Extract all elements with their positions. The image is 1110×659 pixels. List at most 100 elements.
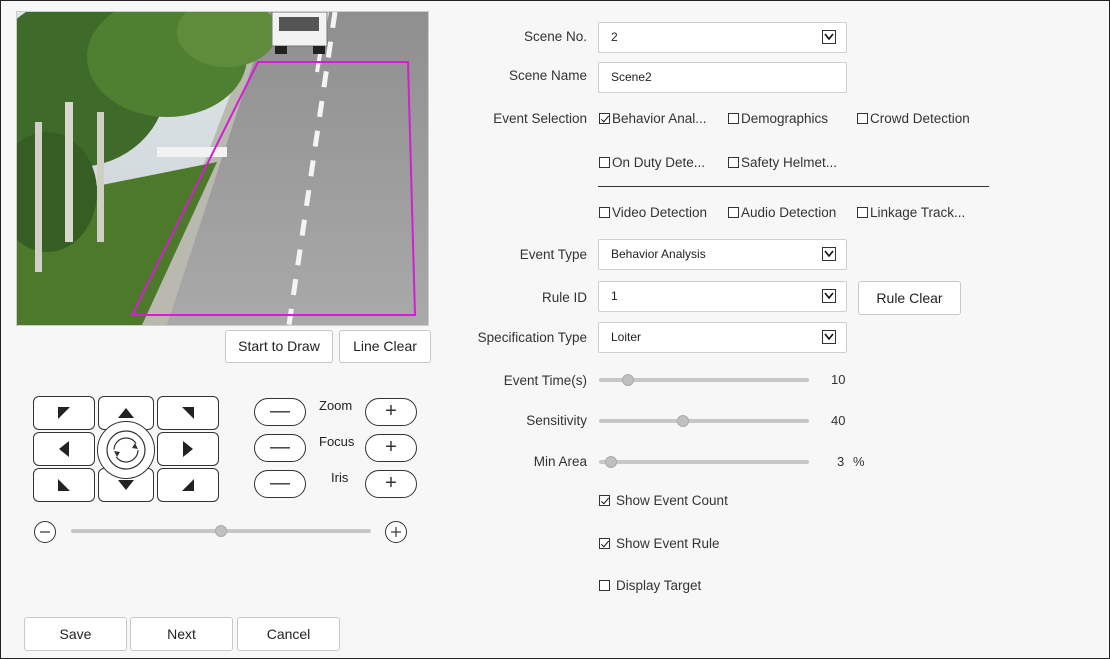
slider-thumb[interactable]: [605, 456, 618, 468]
event-time-label: Event Time(s): [503, 373, 587, 388]
iris-close-button[interactable]: —: [254, 470, 306, 498]
plus-icon: +: [385, 400, 397, 422]
sensitivity-label: Sensitivity: [526, 413, 587, 428]
checkbox-label: Linkage Track...: [870, 205, 966, 220]
focus-near-button[interactable]: —: [254, 434, 306, 462]
ptz-down-left-button[interactable]: [33, 468, 95, 502]
rule-clear-button[interactable]: Rule Clear: [858, 281, 961, 315]
focus-label: Focus: [319, 434, 355, 449]
arrow-left-icon: [59, 441, 69, 457]
speed-increase-button[interactable]: [385, 521, 407, 543]
specification-type-value: Loiter: [611, 330, 642, 344]
chevron-down-icon: [822, 330, 836, 344]
ptz-left-button[interactable]: [33, 432, 95, 466]
chevron-down-icon: [822, 289, 836, 303]
checkbox-box: [857, 113, 868, 124]
checkbox-label: Display Target: [616, 578, 702, 593]
checkbox-box: [599, 495, 610, 506]
checkbox-label: Video Detection: [612, 205, 708, 220]
slider-thumb[interactable]: [215, 525, 227, 537]
sensitivity-value: 40: [831, 413, 846, 428]
ptz-right-button[interactable]: [157, 432, 219, 466]
arrow-up-right-icon: [182, 407, 194, 419]
checkbox-box: [599, 207, 610, 218]
cancel-button[interactable]: Cancel: [237, 617, 340, 651]
checkbox-label: On Duty Dete...: [612, 155, 706, 170]
video-preview[interactable]: [16, 11, 429, 326]
display-target-checkbox[interactable]: Display Target: [599, 578, 701, 594]
zoom-in-button[interactable]: +: [365, 398, 417, 426]
scene-no-select[interactable]: 2: [598, 22, 847, 53]
event-behavior-analysis-checkbox[interactable]: Behavior Anal...: [599, 111, 707, 127]
specification-type-select[interactable]: Loiter: [598, 322, 847, 353]
iris-open-button[interactable]: +: [365, 470, 417, 498]
checkbox-box: [599, 113, 610, 124]
zoom-out-button[interactable]: —: [254, 398, 306, 426]
min-area-slider[interactable]: [599, 456, 809, 468]
event-crowd-detection-checkbox[interactable]: Crowd Detection: [857, 111, 970, 127]
checkbox-label: Demographics: [741, 111, 829, 126]
chevron-down-icon: [822, 30, 836, 44]
ptz-down-right-button[interactable]: [157, 468, 219, 502]
rule-id-value: 1: [611, 289, 618, 303]
event-demographics-checkbox[interactable]: Demographics: [728, 111, 828, 127]
scene-no-value: 2: [611, 30, 618, 44]
ptz-auto-rotate-button[interactable]: [97, 421, 155, 479]
scene-no-label: Scene No.: [523, 29, 587, 44]
scene-name-label: Scene Name: [508, 68, 587, 83]
arrow-up-icon: [118, 408, 134, 418]
checkbox-box: [857, 207, 868, 218]
save-button[interactable]: Save: [24, 617, 127, 651]
slider-thumb[interactable]: [622, 374, 635, 386]
event-audio-detection-checkbox[interactable]: Audio Detection: [728, 205, 836, 221]
next-button[interactable]: Next: [130, 617, 233, 651]
focus-far-button[interactable]: +: [365, 434, 417, 462]
divider: [598, 186, 989, 187]
speed-decrease-button[interactable]: [34, 521, 56, 543]
ptz-speed-slider[interactable]: [71, 525, 371, 537]
rotate-icon: [106, 430, 146, 470]
event-selection-label: Event Selection: [493, 111, 587, 126]
start-to-draw-button[interactable]: Start to Draw: [225, 330, 333, 363]
event-linkage-track-checkbox[interactable]: Linkage Track...: [857, 205, 965, 221]
rule-id-select[interactable]: 1: [598, 281, 847, 312]
event-type-select[interactable]: Behavior Analysis: [598, 239, 847, 270]
checkbox-box: [728, 157, 739, 168]
checkbox-label: Show Event Rule: [616, 536, 720, 551]
chevron-down-icon: [822, 247, 836, 261]
arrow-up-left-icon: [58, 407, 70, 419]
arrow-down-left-icon: [58, 479, 70, 491]
checkbox-box: [728, 207, 739, 218]
ptz-up-right-button[interactable]: [157, 396, 219, 430]
slider-thumb[interactable]: [677, 415, 689, 427]
event-type-value: Behavior Analysis: [611, 247, 706, 261]
arrow-down-right-icon: [182, 479, 194, 491]
checkbox-label: Safety Helmet...: [741, 155, 838, 170]
event-video-detection-checkbox[interactable]: Video Detection: [599, 205, 707, 221]
show-event-rule-checkbox[interactable]: Show Event Rule: [599, 536, 720, 552]
event-safety-helmet-checkbox[interactable]: Safety Helmet...: [728, 155, 837, 171]
checkbox-box: [599, 580, 610, 591]
checkbox-label: Crowd Detection: [870, 111, 970, 126]
main-panel: Start to Draw Line Clear — Zoom + — Focu…: [0, 0, 1110, 659]
checkbox-box: [599, 538, 610, 549]
sensitivity-slider[interactable]: [599, 415, 809, 427]
iris-label: Iris: [331, 470, 349, 485]
event-on-duty-checkbox[interactable]: On Duty Dete...: [599, 155, 705, 171]
arrow-right-icon: [183, 441, 193, 457]
rule-id-label: Rule ID: [541, 290, 587, 305]
checkbox-box: [599, 157, 610, 168]
checkbox-label: Behavior Anal...: [612, 111, 707, 126]
checkbox-label: Show Event Count: [616, 493, 728, 508]
min-area-value: 3: [837, 454, 845, 469]
show-event-count-checkbox[interactable]: Show Event Count: [599, 493, 728, 509]
ptz-up-left-button[interactable]: [33, 396, 95, 430]
event-time-slider[interactable]: [599, 374, 809, 386]
scene-name-input[interactable]: Scene2: [598, 62, 847, 93]
plus-icon: +: [385, 436, 397, 458]
minus-icon: —: [270, 472, 290, 494]
line-clear-button[interactable]: Line Clear: [339, 330, 431, 363]
minus-icon: —: [270, 400, 290, 422]
checkbox-label: Audio Detection: [741, 205, 837, 220]
minus-icon: —: [270, 436, 290, 458]
